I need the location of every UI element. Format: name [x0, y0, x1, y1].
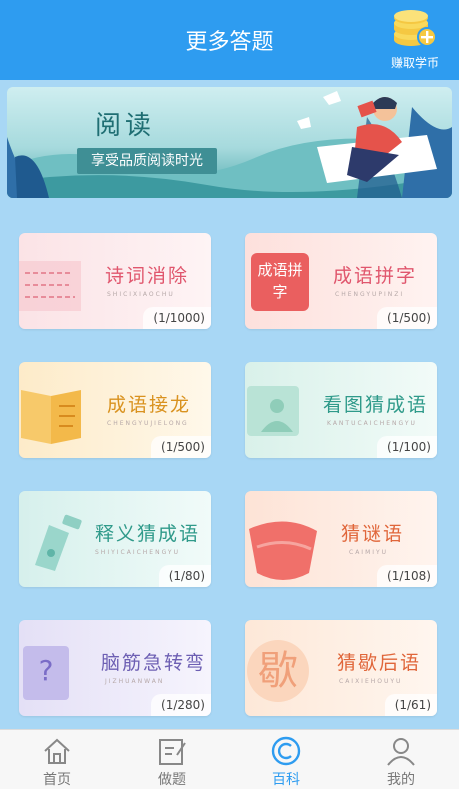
card-title: 脑筋急转弯: [101, 652, 207, 674]
card-pinyin: SHIYICAICHENGYU: [95, 549, 180, 556]
banner-subtitle: 享受品质阅读时光: [77, 148, 217, 174]
tab-practice[interactable]: 做题: [115, 730, 229, 789]
lantern-art: [249, 521, 317, 580]
card-pinyin: CAIXIEHOUYU: [339, 678, 403, 685]
svg-text:?: ?: [39, 654, 54, 687]
card-naojin-jizhuanwan[interactable]: ? 脑筋急转弯 JIZHUANWAN (1/280): [19, 620, 211, 716]
tab-home[interactable]: 首页: [0, 730, 114, 789]
card-progress: (1/500): [151, 436, 211, 458]
user-icon: [387, 738, 415, 766]
edit-icon: [159, 739, 186, 765]
card-title: 成语拼字: [333, 265, 418, 287]
card-progress: (1/500): [377, 307, 437, 329]
reading-banner[interactable]: 阅读 享受品质阅读时光: [7, 87, 452, 198]
home-icon: [44, 738, 70, 764]
card-progress: (1/1000): [143, 307, 211, 329]
pen-nib-art: [35, 514, 82, 571]
earn-coins-button[interactable]: 赚取学币: [385, 8, 445, 71]
card-title: 释义猜成语: [95, 523, 201, 545]
card-pinyin: CHENGYUPINZI: [335, 291, 405, 298]
card-kantu-cai-chengyu[interactable]: 看图猜成语 KANTUCAICHENGYU (1/100): [245, 362, 437, 458]
bottom-tab-bar: 首页 做题 百科 我的: [0, 729, 459, 789]
scroll-art: [19, 261, 81, 311]
tab-label: 我的: [387, 772, 415, 788]
card-chengyu-pinzi[interactable]: 成语拼字 成语拼字 CHENGYUPINZI (1/500): [245, 233, 437, 329]
card-pinyin: JIZHUANWAN: [105, 678, 165, 685]
tab-encyclopedia[interactable]: 百科: [229, 730, 343, 789]
card-cai-xiehouyu[interactable]: 歇 猜歇后语 CAIXIEHOUYU (1/61): [245, 620, 437, 716]
xie-character-art: 歇: [247, 640, 309, 702]
card-progress: (1/108): [377, 565, 437, 587]
card-shiyi-cai-chengyu[interactable]: 释义猜成语 SHIYICAICHENGYU (1/80): [19, 491, 211, 587]
card-title: 猜歇后语: [337, 652, 422, 674]
top-bar: 更多答题 赚取学币: [0, 0, 459, 80]
coin-stack-icon: [392, 8, 438, 50]
question-mark-art: ?: [23, 646, 69, 700]
banner-title: 阅读: [95, 111, 156, 141]
card-progress: (1/280): [151, 694, 211, 716]
earn-coins-label: 赚取学币: [390, 56, 439, 70]
card-title: 看图猜成语: [323, 394, 429, 416]
card-shici-xiaochu[interactable]: 诗词消除 SHICIXIAOCHU (1/1000): [19, 233, 211, 329]
chengyu-pinzi-art: 成语拼字: [251, 253, 309, 311]
picture-art: [247, 386, 299, 436]
card-cai-miyu[interactable]: 猜谜语 CAIMIYU (1/108): [245, 491, 437, 587]
card-chengyu-jielong[interactable]: 成语接龙 CHENGYUJIELONG (1/500): [19, 362, 211, 458]
tab-mine[interactable]: 我的: [344, 730, 458, 789]
card-pinyin: CAIMIYU: [349, 549, 389, 556]
card-title: 成语接龙: [107, 394, 192, 416]
card-pinyin: CHENGYUJIELONG: [107, 420, 189, 427]
tab-label: 首页: [43, 772, 71, 788]
card-title: 诗词消除: [105, 265, 190, 287]
tab-label: 做题: [158, 772, 186, 788]
card-progress: (1/61): [384, 694, 437, 716]
encyclopedia-icon: [271, 736, 301, 766]
card-progress: (1/100): [377, 436, 437, 458]
book-art: [21, 390, 81, 444]
card-progress: (1/80): [158, 565, 211, 587]
card-pinyin: KANTUCAICHENGYU: [327, 420, 417, 427]
tab-label: 百科: [272, 772, 300, 788]
card-pinyin: SHICIXIAOCHU: [107, 291, 175, 298]
card-title: 猜谜语: [341, 523, 405, 545]
